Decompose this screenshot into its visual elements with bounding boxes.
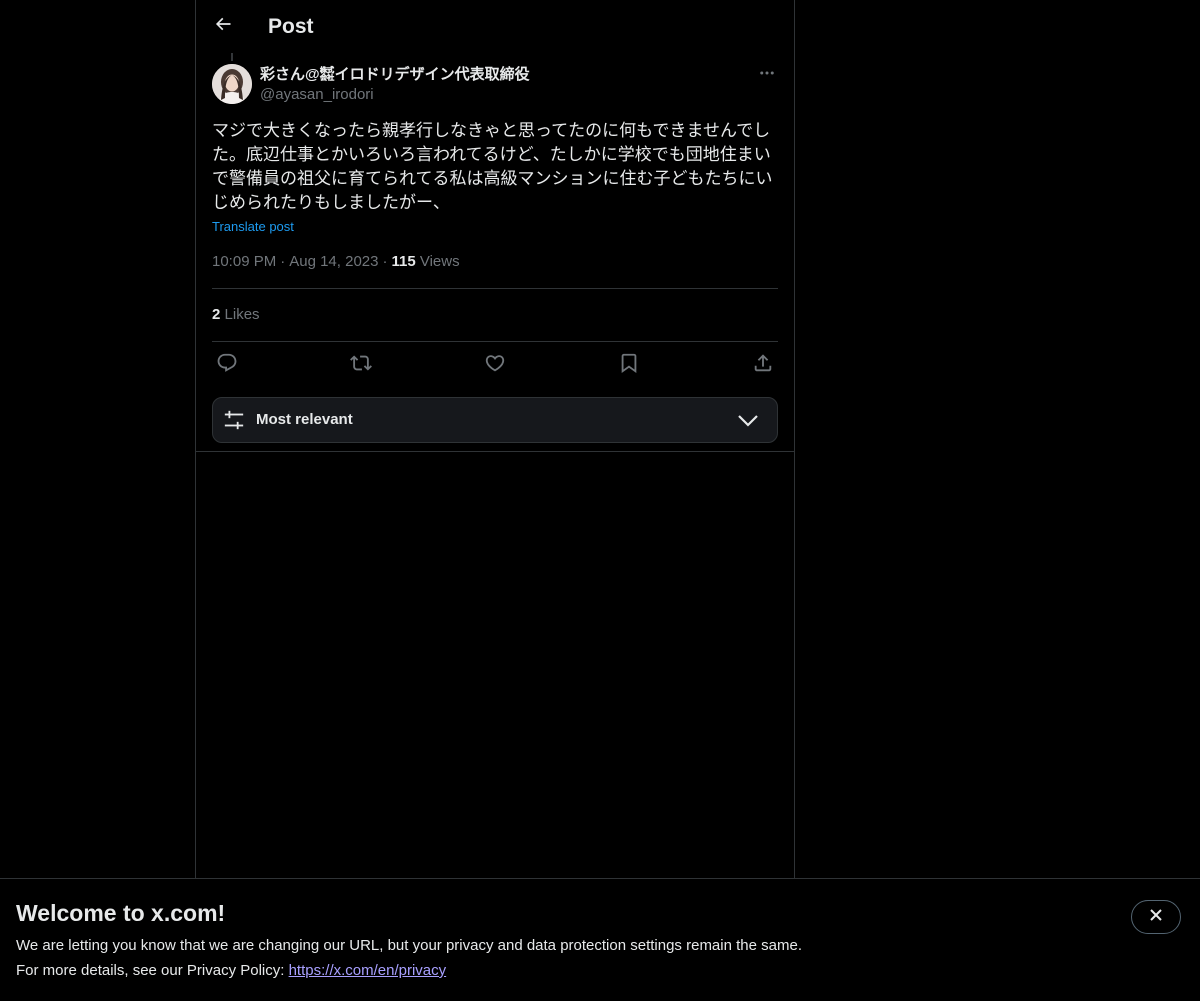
privacy-policy-link[interactable]: https://x.com/en/privacy — [289, 962, 447, 979]
post-actions — [212, 353, 778, 377]
share-icon — [752, 352, 774, 379]
divider — [212, 288, 778, 289]
banner-message: We are letting you know that we are chan… — [16, 937, 802, 954]
views-count: 115 — [391, 253, 416, 270]
banner-title: Welcome to x.com! — [16, 900, 226, 926]
main-column: Post 彩さん@㍿イロドリデザイン代表取締役 @ayasan_irodori … — [195, 0, 795, 1000]
banner-privacy-prefix: For more details, see our Privacy Policy… — [16, 962, 289, 979]
divider — [212, 341, 778, 342]
likes-count: 2 — [212, 306, 221, 323]
page-title: Post — [268, 15, 314, 38]
like-button[interactable] — [480, 353, 510, 377]
close-icon — [1148, 907, 1164, 928]
more-icon — [758, 64, 776, 87]
views-label: Views — [419, 253, 460, 270]
close-banner-button[interactable] — [1131, 900, 1181, 934]
separator: · — [280, 253, 286, 270]
more-options-button[interactable] — [756, 64, 778, 86]
divider — [196, 451, 794, 452]
translate-post-link[interactable]: Translate post — [212, 218, 294, 236]
likes-row[interactable]: 2 Likes — [212, 305, 260, 325]
avatar[interactable] — [212, 64, 252, 104]
post-time[interactable]: 10:09 PM — [212, 253, 276, 270]
reply-icon — [216, 352, 238, 379]
post-text: マジで大きくなったら親孝行しなきゃと思ってたのに何もできませんでした。底辺仕事と… — [212, 121, 773, 213]
welcome-banner: Welcome to x.com! We are letting you kno… — [0, 878, 1200, 1001]
thread-line — [231, 53, 233, 61]
repost-icon — [350, 352, 372, 379]
post-meta: 10:09 PM · Aug 14, 2023 · 115 Views — [212, 252, 460, 272]
back-button[interactable] — [210, 13, 236, 39]
author-name[interactable]: 彩さん@㍿イロドリデザイン代表取締役 — [260, 65, 530, 85]
bookmark-icon — [618, 352, 640, 379]
heart-icon — [484, 352, 506, 379]
author-handle[interactable]: @ayasan_irodori — [260, 85, 374, 105]
likes-label: Likes — [224, 306, 260, 323]
top-bar: Post — [196, 0, 794, 53]
arrow-left-icon — [213, 14, 233, 39]
chevron-down-icon — [737, 411, 759, 431]
post-date[interactable]: Aug 14, 2023 — [289, 253, 378, 270]
sliders-icon — [223, 409, 245, 431]
banner-privacy-line: For more details, see our Privacy Policy… — [16, 961, 446, 981]
sort-label: Most relevant — [256, 411, 353, 428]
sort-replies-dropdown[interactable]: Most relevant — [212, 397, 778, 443]
reply-button[interactable] — [212, 353, 242, 377]
bookmark-button[interactable] — [614, 353, 644, 377]
separator: · — [382, 253, 388, 270]
repost-button[interactable] — [346, 353, 376, 377]
share-button[interactable] — [748, 353, 778, 377]
